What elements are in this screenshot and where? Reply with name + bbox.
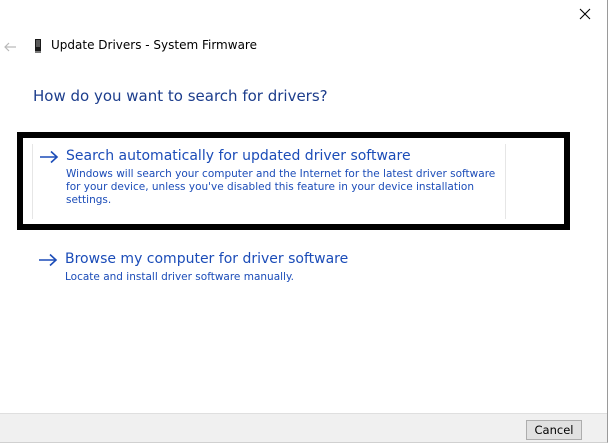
dialog-title: Update Drivers - System Firmware bbox=[51, 38, 257, 52]
arrow-right-icon bbox=[39, 253, 58, 267]
option-title: Browse my computer for driver software bbox=[65, 251, 349, 267]
arrow-right-icon bbox=[40, 150, 59, 164]
dialog-footer: Cancel bbox=[0, 413, 607, 442]
close-button[interactable] bbox=[577, 6, 593, 22]
page-heading: How do you want to search for drivers? bbox=[33, 87, 328, 105]
search-automatically-option[interactable]: Search automatically for updated driver … bbox=[32, 144, 506, 219]
option-description: Windows will search your computer and th… bbox=[66, 168, 496, 206]
browse-computer-option[interactable]: Browse my computer for driver software L… bbox=[32, 247, 504, 297]
back-button[interactable] bbox=[3, 39, 17, 53]
close-icon bbox=[579, 8, 591, 20]
option-title: Search automatically for updated driver … bbox=[66, 148, 411, 164]
back-arrow-icon bbox=[4, 42, 16, 52]
update-drivers-dialog: Update Drivers - System Firmware How do … bbox=[0, 0, 608, 443]
cancel-button[interactable]: Cancel bbox=[526, 420, 582, 440]
device-icon bbox=[33, 38, 43, 54]
option-description: Locate and install driver software manua… bbox=[65, 271, 295, 283]
